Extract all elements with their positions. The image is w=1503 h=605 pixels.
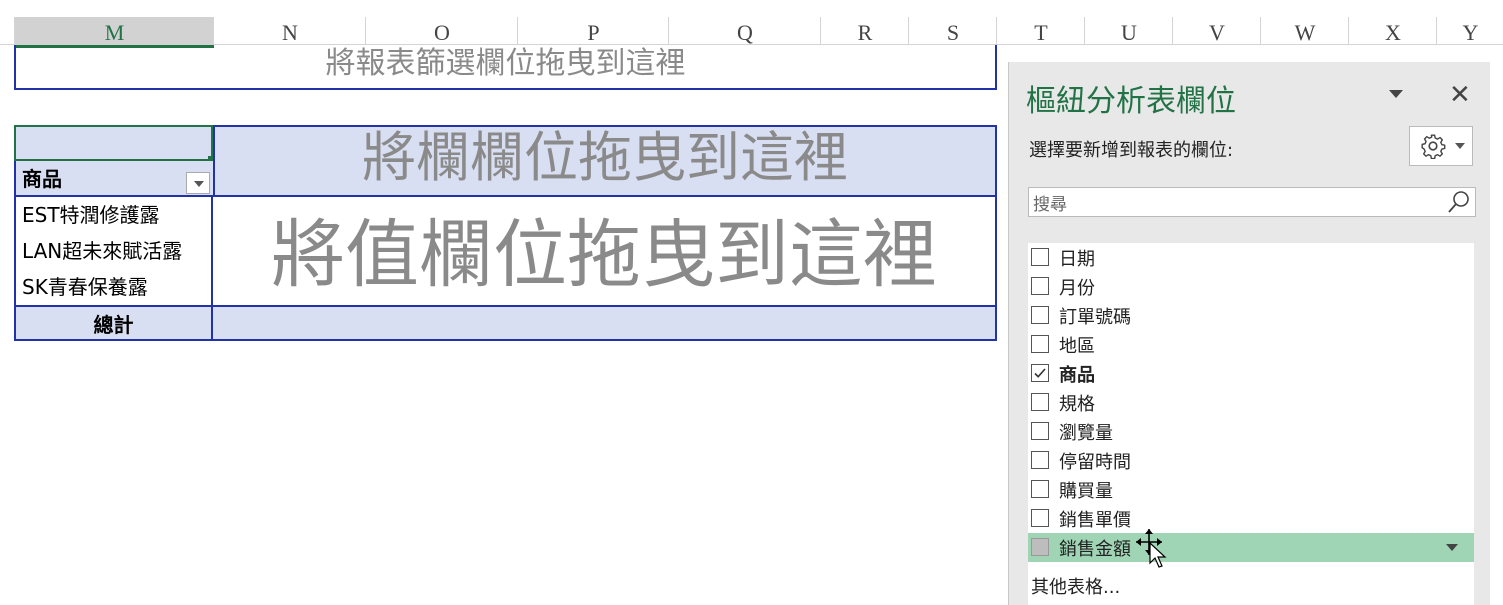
- field-settings-button[interactable]: [1409, 126, 1473, 166]
- field-label: 停留時間: [1059, 452, 1131, 473]
- column-header-bar: M N O P Q R S T U V W X Y: [0, 0, 1503, 48]
- field-checkbox[interactable]: [1031, 538, 1049, 556]
- field-label: 地區: [1059, 336, 1095, 357]
- grand-total-label: 總計: [14, 305, 213, 341]
- field-item-product[interactable]: 商品: [1028, 359, 1474, 388]
- row-item[interactable]: EST特潤修護露: [14, 197, 213, 233]
- field-checkbox[interactable]: [1031, 335, 1049, 353]
- field-checkbox[interactable]: [1031, 306, 1049, 324]
- move-cursor-icon: [1136, 529, 1167, 568]
- column-header-y[interactable]: Y: [1436, 17, 1503, 45]
- field-item-purchase-qty[interactable]: 購買量: [1028, 475, 1474, 504]
- column-header-t[interactable]: T: [996, 17, 1085, 45]
- field-dropdown-arrow-icon[interactable]: [1446, 544, 1458, 551]
- close-icon[interactable]: ✕: [1449, 80, 1471, 110]
- column-header-r[interactable]: R: [820, 17, 909, 45]
- field-checkbox[interactable]: [1031, 480, 1049, 498]
- column-header-p[interactable]: P: [517, 17, 669, 45]
- checkmark-icon: [1034, 368, 1046, 378]
- row-header-label: 商品: [22, 167, 62, 191]
- values-drop-zone[interactable]: 將值欄位拖曳到這裡: [211, 197, 997, 305]
- field-checkbox-checked[interactable]: [1031, 364, 1049, 382]
- more-tables-link[interactable]: 其他表格...: [1031, 573, 1120, 599]
- field-item-order-number[interactable]: 訂單號碼: [1028, 301, 1474, 330]
- column-header-v[interactable]: V: [1172, 17, 1261, 45]
- field-item-sales-amount[interactable]: 銷售金額: [1028, 529, 1474, 568]
- field-label: 商品: [1059, 365, 1095, 386]
- field-item-date[interactable]: 日期: [1028, 243, 1474, 272]
- search-icon: [1448, 191, 1469, 213]
- column-header-q[interactable]: Q: [668, 17, 821, 45]
- field-search-input[interactable]: 搜尋: [1028, 187, 1476, 217]
- field-label: 月份: [1059, 278, 1095, 299]
- column-header-n[interactable]: N: [213, 17, 366, 45]
- formula-bar-edge: [0, 0, 1503, 17]
- chevron-down-icon: [1455, 143, 1465, 149]
- field-checkbox[interactable]: [1031, 248, 1049, 266]
- field-checkbox[interactable]: [1031, 277, 1049, 295]
- column-header-u[interactable]: U: [1084, 17, 1173, 45]
- field-checkbox[interactable]: [1031, 451, 1049, 469]
- row-labels-header: 商品: [14, 161, 213, 197]
- field-item-month[interactable]: 月份: [1028, 272, 1474, 301]
- pivot-table: 將欄欄位拖曳到這裡 商品 EST特潤修護露 LAN超未來賦活露 SK青春保養露 …: [14, 125, 997, 341]
- field-item-page-views[interactable]: 瀏覽量: [1028, 417, 1474, 446]
- field-label: 規格: [1059, 394, 1095, 415]
- row-item[interactable]: SK青春保養露: [14, 269, 213, 305]
- chevron-down-icon: [194, 181, 204, 187]
- field-label: 訂單號碼: [1059, 307, 1131, 328]
- field-label: 購買量: [1059, 481, 1113, 502]
- column-header-s[interactable]: S: [908, 17, 997, 45]
- column-header-x[interactable]: X: [1348, 17, 1437, 45]
- field-checkbox[interactable]: [1031, 393, 1049, 411]
- field-item-dwell-time[interactable]: 停留時間: [1028, 446, 1474, 475]
- pivot-corner-cell[interactable]: [14, 125, 213, 161]
- report-filter-drop-zone[interactable]: 將報表篩選欄位拖曳到這裡: [14, 45, 997, 90]
- field-label: 日期: [1059, 249, 1095, 270]
- field-item-spec[interactable]: 規格: [1028, 388, 1474, 417]
- field-label: 銷售單價: [1059, 510, 1131, 531]
- row-item[interactable]: LAN超未來賦活露: [14, 233, 213, 269]
- pane-subtitle: 選擇要新增到報表的欄位:: [1029, 140, 1234, 161]
- field-item-region[interactable]: 地區: [1028, 330, 1474, 359]
- field-label: 瀏覽量: [1059, 423, 1113, 444]
- column-labels-drop-zone[interactable]: 將欄欄位拖曳到這裡: [213, 125, 997, 197]
- pivottable-fields-pane: 樞紐分析表欄位 ✕ 選擇要新增到報表的欄位: 搜尋 日期 月份 訂單號碼 地區 …: [1008, 62, 1490, 605]
- field-list: 日期 月份 訂單號碼 地區 商品 規格 瀏覽量 停留時間 購買量 銷售單價 銷售…: [1028, 243, 1474, 605]
- column-header-w[interactable]: W: [1260, 17, 1349, 45]
- field-checkbox[interactable]: [1031, 509, 1049, 527]
- column-header-m[interactable]: M: [14, 17, 214, 48]
- search-placeholder: 搜尋: [1033, 195, 1067, 215]
- pane-title: 樞紐分析表欄位: [1026, 84, 1236, 119]
- field-label: 銷售金額: [1059, 539, 1131, 560]
- field-item-unit-price[interactable]: 銷售單價: [1028, 504, 1474, 533]
- row-filter-dropdown-button[interactable]: [186, 172, 210, 194]
- grand-total-value-cell[interactable]: [211, 305, 997, 341]
- gear-icon: [1421, 134, 1446, 159]
- column-header-o[interactable]: O: [365, 17, 518, 45]
- field-checkbox[interactable]: [1031, 422, 1049, 440]
- pane-options-dropdown-icon[interactable]: [1389, 90, 1403, 98]
